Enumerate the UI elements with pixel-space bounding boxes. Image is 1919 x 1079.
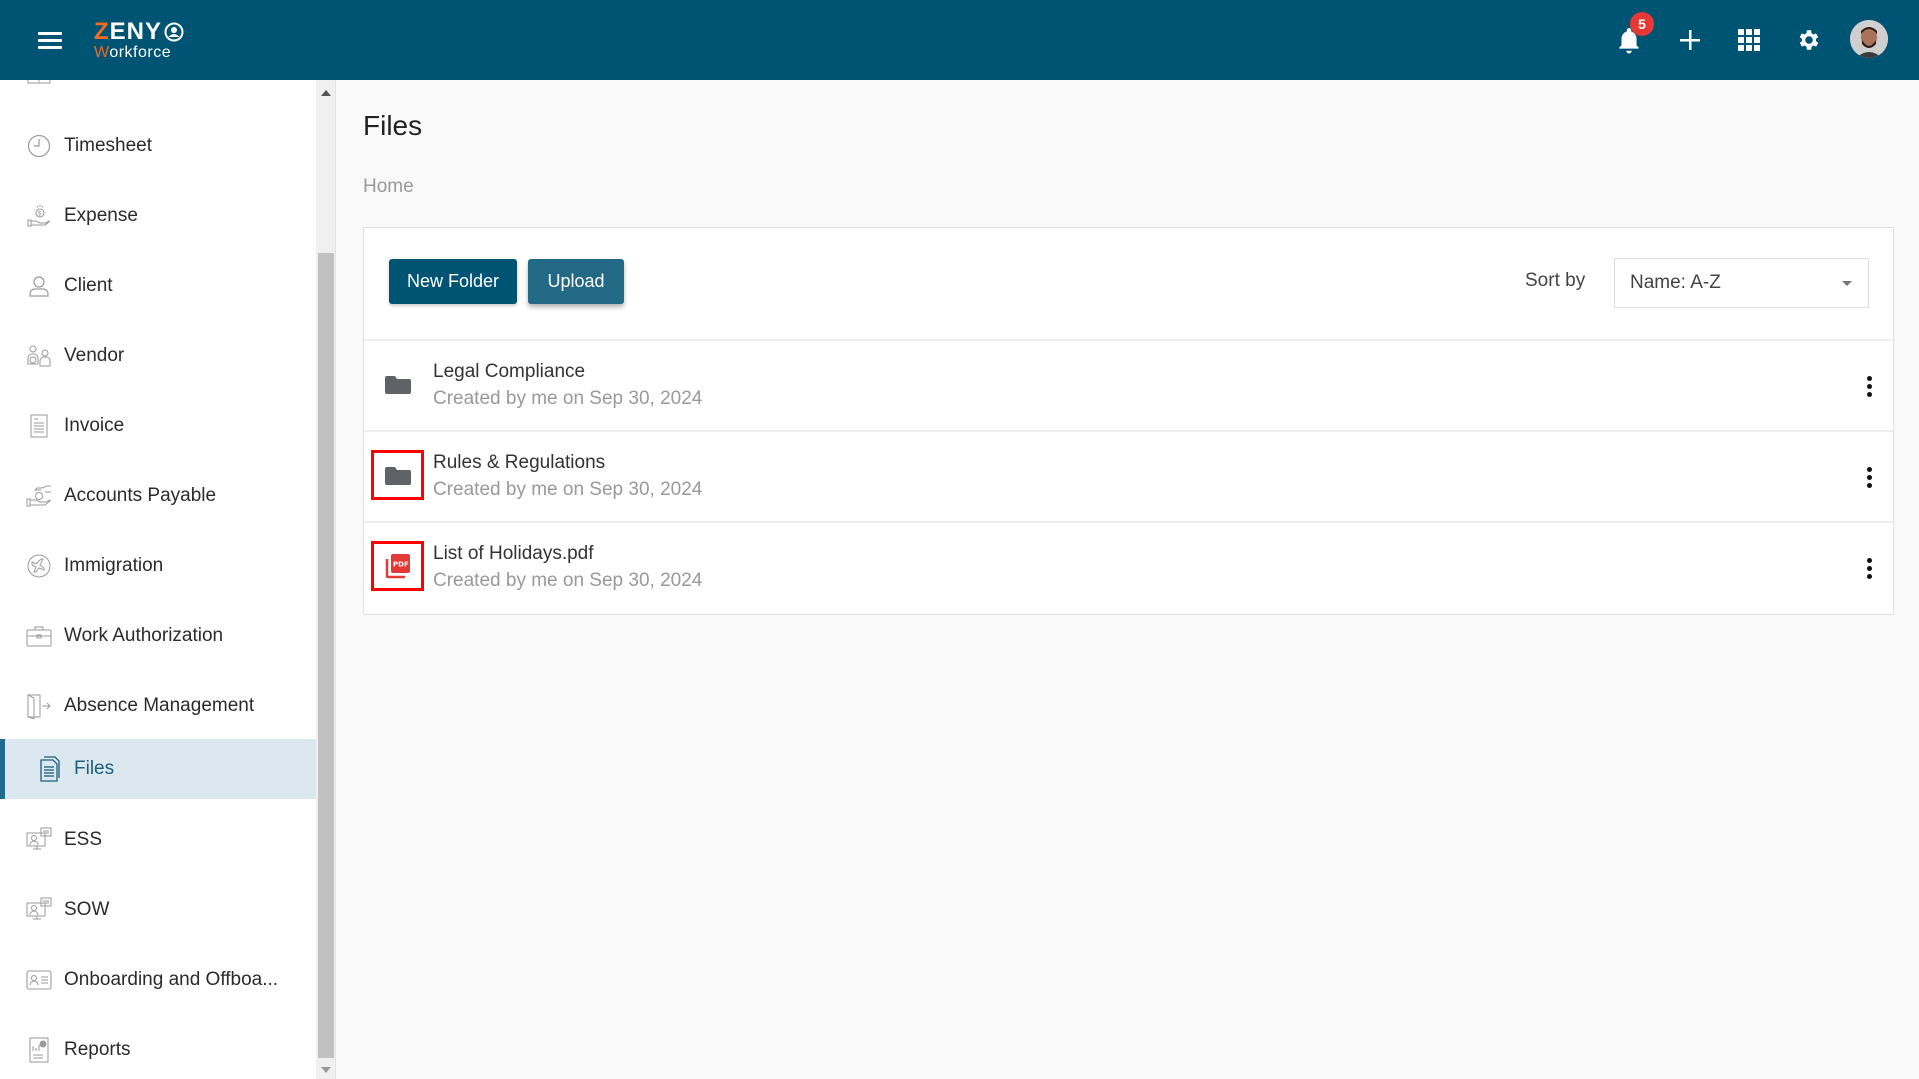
sidebar-item-label: Invoice: [64, 415, 125, 436]
invoice-icon: [26, 413, 52, 439]
sidebar-item-files[interactable]: Files: [0, 739, 316, 799]
sidebar-item-label: Vendor: [64, 345, 125, 366]
sidebar-item-label: ESS: [64, 829, 103, 850]
sort-by-label: Sort by: [1525, 270, 1586, 291]
folder-icon: [371, 450, 424, 500]
sidebar-item-invoice[interactable]: Invoice: [0, 396, 316, 456]
new-folder-button[interactable]: New Folder: [389, 259, 517, 304]
breadcrumb-home[interactable]: Home: [363, 176, 414, 198]
logo[interactable]: Z ENY Workforce: [94, 20, 184, 61]
sort-select-value: Name: A-Z: [1630, 272, 1721, 293]
more-options-icon[interactable]: [1854, 553, 1884, 583]
file-meta: Created by me on Sep 30, 2024: [433, 388, 703, 409]
scroll-down-arrow-icon[interactable]: [321, 1067, 331, 1073]
sidebar-item-label: Reports: [64, 1039, 131, 1060]
clock-icon: [26, 133, 52, 159]
sidebar-item-partial[interactable]: [0, 80, 316, 105]
page-title: Files: [363, 110, 423, 141]
sidebar-item-label: Files: [74, 758, 115, 779]
files-card: New Folder Upload Sort by Name: A-Z Lega…: [363, 227, 1894, 615]
sidebar-item-reports[interactable]: Reports: [0, 1020, 316, 1079]
plane-icon: [26, 553, 52, 579]
sidebar-item-label: Work Authorization: [64, 625, 224, 646]
logo-mark-icon: [164, 22, 184, 42]
sidebar-item-onboarding-offboarding[interactable]: Onboarding and Offboa...: [0, 950, 316, 1010]
file-row[interactable]: PDF List of Holidays.pdf Created by me o…: [364, 523, 1893, 614]
sidebar-item-expense[interactable]: $ Expense: [0, 186, 316, 246]
sort-select[interactable]: Name: A-Z: [1614, 258, 1869, 308]
files-toolbar: New Folder Upload Sort by Name: A-Z: [364, 228, 1893, 341]
sidebar-item-label: Onboarding and Offboa...: [64, 969, 279, 990]
avatar[interactable]: [1850, 20, 1888, 58]
menu-icon[interactable]: [38, 32, 62, 50]
file-name[interactable]: Rules & Regulations: [433, 452, 605, 474]
sidebar-item-vendor[interactable]: Vendor: [0, 326, 316, 386]
briefcase-icon: [26, 623, 52, 649]
sidebar-scrollbar[interactable]: [316, 80, 336, 1079]
file-name[interactable]: List of Holidays.pdf: [433, 543, 594, 565]
door-exit-icon: [26, 693, 52, 719]
user-icon: [26, 273, 52, 299]
calendar-icon: [26, 80, 52, 88]
sidebar-item-label: Accounts Payable: [64, 485, 217, 506]
folder-icon: [371, 359, 424, 409]
top-bar: Z ENY Workforce 5: [0, 0, 1919, 80]
notification-badge: 5: [1630, 12, 1654, 36]
logo-text-top: ENY: [109, 18, 163, 45]
vendor-icon: [26, 343, 52, 369]
sidebar-item-immigration[interactable]: Immigration: [0, 536, 316, 596]
ess-monitor-icon: [26, 827, 52, 853]
hand-money-icon: [26, 483, 52, 509]
main-content: Files Home New Folder Upload Sort by Nam…: [337, 80, 1919, 1079]
logo-letter-w: W: [94, 44, 110, 61]
sidebar-item-timesheet[interactable]: Timesheet: [0, 116, 316, 176]
sidebar-item-label: Client: [64, 275, 113, 296]
sidebar-item-label: Immigration: [64, 555, 164, 576]
sidebar-item-label: Expense: [64, 205, 138, 226]
more-options-icon[interactable]: [1854, 371, 1884, 401]
sidebar-item-accounts-payable[interactable]: Accounts Payable: [0, 466, 316, 526]
plus-icon[interactable]: [1672, 22, 1708, 58]
id-card-icon: [26, 967, 52, 993]
upload-button[interactable]: Upload: [528, 259, 624, 304]
hand-coin-icon: $: [26, 203, 52, 229]
sidebar-item-sow[interactable]: SOW: [0, 880, 316, 940]
sidebar-item-work-authorization[interactable]: Work Authorization: [0, 606, 316, 666]
sidebar-item-ess[interactable]: ESS: [0, 810, 316, 870]
pdf-icon: PDF: [371, 541, 424, 591]
file-icon: [36, 756, 62, 782]
gear-icon[interactable]: [1791, 22, 1827, 58]
file-row[interactable]: Rules & Regulations Created by me on Sep…: [364, 432, 1893, 523]
sidebar-item-label: SOW: [64, 899, 110, 920]
report-icon: [26, 1037, 52, 1063]
scroll-up-arrow-icon[interactable]: [321, 90, 331, 96]
chevron-down-icon: [1842, 281, 1852, 286]
sidebar: Timesheet $ Expense Client Vendor Invoic…: [0, 80, 316, 1079]
file-meta: Created by me on Sep 30, 2024: [433, 570, 703, 591]
sidebar-item-client[interactable]: Client: [0, 256, 316, 316]
sow-monitor-icon: [26, 897, 52, 923]
sidebar-item-label: Timesheet: [64, 135, 152, 156]
file-name[interactable]: Legal Compliance: [433, 361, 585, 383]
scrollbar-thumb[interactable]: [318, 253, 334, 1058]
sidebar-item-label: Absence Management: [64, 695, 255, 716]
apps-grid-icon[interactable]: [1731, 22, 1767, 58]
file-row[interactable]: Legal Compliance Created by me on Sep 30…: [364, 341, 1893, 432]
logo-letter-z: Z: [94, 18, 110, 45]
sidebar-item-absence-management[interactable]: Absence Management: [0, 676, 316, 736]
logo-text-bottom: orkforce: [109, 44, 172, 61]
svg-text:PDF: PDF: [393, 561, 409, 569]
more-options-icon[interactable]: [1854, 462, 1884, 492]
file-meta: Created by me on Sep 30, 2024: [433, 479, 703, 500]
